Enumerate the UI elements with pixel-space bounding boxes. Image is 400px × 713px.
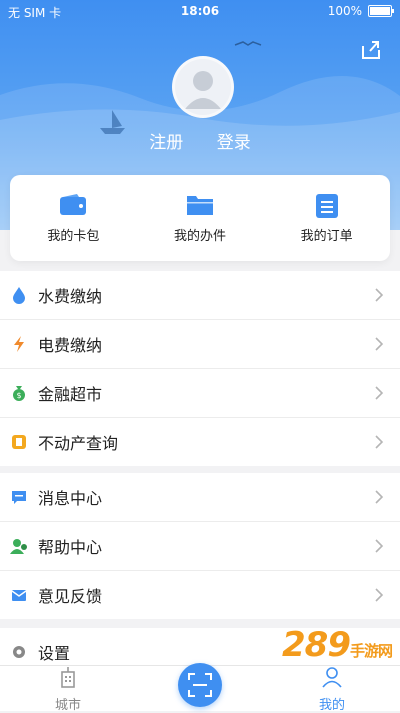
- battery-percent: 100%: [327, 4, 362, 18]
- menu-item-label: 消息中心: [38, 489, 103, 508]
- tab-label: 城市: [54, 698, 81, 713]
- menu-item-label: 帮助中心: [38, 538, 103, 557]
- chevron-right-icon: [375, 588, 384, 602]
- help-user-icon: [10, 539, 27, 554]
- chevron-right-icon: [375, 435, 384, 449]
- water-drop-icon: [13, 287, 25, 304]
- login-link[interactable]: 登录: [217, 128, 251, 153]
- lightning-icon: [14, 336, 24, 352]
- watermark-number: 289: [282, 625, 351, 665]
- menu-item-label: 电费缴纳: [38, 336, 103, 355]
- quick-action-label: 我的办件: [174, 229, 227, 244]
- user-profile-icon: [322, 667, 342, 688]
- quick-action-label: 我的卡包: [47, 229, 100, 244]
- scan-button[interactable]: [178, 663, 222, 707]
- folder-icon: [187, 196, 213, 215]
- chevron-right-icon: [375, 490, 384, 504]
- wallet-icon: [60, 194, 87, 215]
- battery-icon: [368, 5, 394, 17]
- payment-menu-section: 水费缴纳 电费缴纳 $ 金融超市 不动产查询: [0, 271, 400, 466]
- auth-links: 注册 登录: [0, 128, 400, 153]
- menu-item-label: 不动产查询: [38, 434, 119, 453]
- share-icon[interactable]: [360, 38, 382, 60]
- svg-text:$: $: [16, 391, 21, 400]
- money-bag-icon: $: [13, 386, 25, 401]
- menu-item-feedback[interactable]: 意见反馈: [0, 571, 400, 619]
- menu-item-water-bill[interactable]: 水费缴纳: [0, 271, 400, 320]
- quick-actions-card: 我的卡包 我的办件 我的订单: [10, 175, 390, 261]
- chevron-right-icon: [375, 386, 384, 400]
- tab-mine[interactable]: 我的: [292, 666, 372, 713]
- settings-gear-icon: [13, 646, 25, 658]
- menu-item-label: 设置: [38, 644, 71, 663]
- register-link[interactable]: 注册: [149, 128, 183, 153]
- menu-item-finance-market[interactable]: $ 金融超市: [0, 369, 400, 418]
- default-avatar-icon: [185, 71, 221, 109]
- tab-city[interactable]: 城市: [28, 666, 108, 713]
- quick-action-my-orders[interactable]: 我的订单: [263, 175, 390, 261]
- menu-item-property-query[interactable]: 不动产查询: [0, 418, 400, 466]
- watermark-sub: 手游网: [349, 642, 393, 660]
- menu-item-electric-bill[interactable]: 电费缴纳: [0, 320, 400, 369]
- scan-qr-icon: [188, 673, 212, 697]
- menu-item-label: 意见反馈: [38, 587, 103, 606]
- menu-item-help-center[interactable]: 帮助中心: [0, 522, 400, 571]
- site-watermark: 289手游网: [282, 625, 393, 665]
- quick-action-label: 我的订单: [300, 229, 353, 244]
- message-icon: [12, 491, 26, 504]
- order-icon: [315, 194, 338, 218]
- feedback-mail-icon: [11, 590, 27, 601]
- menu-item-label: 水费缴纳: [38, 287, 103, 306]
- chevron-right-icon: [375, 337, 384, 351]
- avatar[interactable]: [172, 56, 234, 118]
- menu-item-label: 金融超市: [38, 385, 103, 404]
- city-building-icon: [61, 667, 75, 688]
- chevron-right-icon: [375, 288, 384, 302]
- menu-item-message-center[interactable]: 消息中心: [0, 473, 400, 522]
- quick-action-card-wallet[interactable]: 我的卡包: [10, 175, 137, 261]
- property-icon: [12, 435, 26, 449]
- support-menu-section: 消息中心 帮助中心 意见反馈: [0, 473, 400, 619]
- chevron-right-icon: [375, 539, 384, 553]
- status-bar: 无 SIM 卡 18:06 100%: [0, 0, 400, 22]
- quick-action-my-affairs[interactable]: 我的办件: [137, 175, 264, 261]
- tab-label: 我的: [318, 698, 345, 713]
